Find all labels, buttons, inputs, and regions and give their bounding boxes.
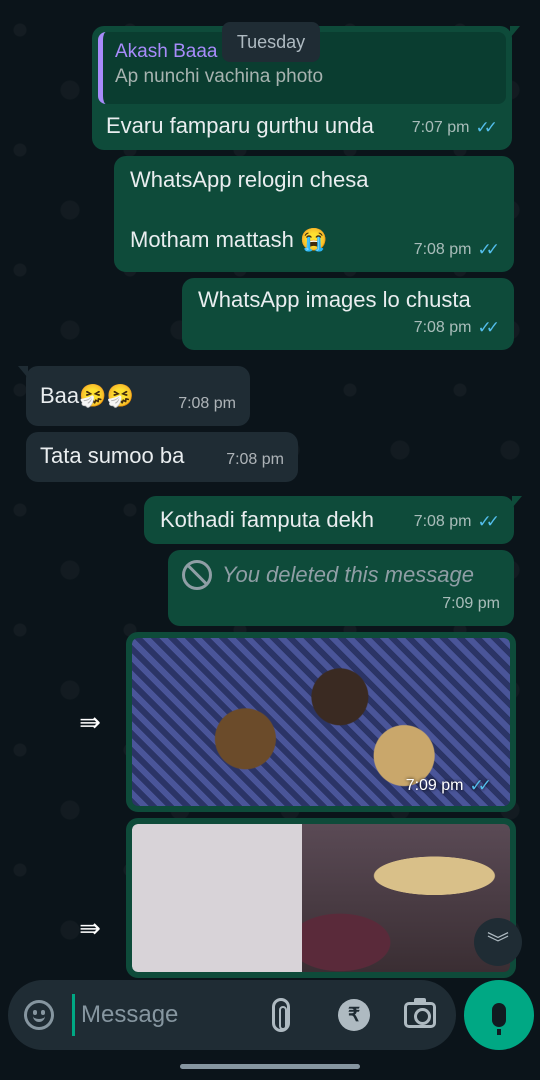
message-time: 7:08 pm <box>178 395 236 412</box>
forward-icon[interactable]: ⇛ <box>68 906 112 950</box>
message-time: 7:09 pm <box>405 777 464 794</box>
forward-icon[interactable]: ⇛ <box>68 700 112 744</box>
message-time: 7:08 pm <box>226 451 284 468</box>
read-ticks-icon: ✓✓ <box>475 118 498 137</box>
message-text-line: Motham mattash 😭 <box>130 227 328 252</box>
message-bubble-outgoing[interactable]: WhatsApp images lo chusta 7:08 pm ✓✓ <box>182 278 514 350</box>
message-input-bar: ₹ <box>8 980 456 1050</box>
prohibited-icon <box>182 560 212 590</box>
message-bubble-outgoing[interactable]: WhatsApp relogin chesa Motham mattash 😭 … <box>114 156 514 272</box>
deleted-message-bubble[interactable]: You deleted this message 7:09 pm <box>168 550 514 626</box>
message-meta: 7:08 pm ✓✓ <box>414 314 500 342</box>
message-meta: 7:07 pm ✓✓ <box>412 114 498 142</box>
date-chip: Tuesday <box>222 22 320 62</box>
quote-text: Ap nunchi vachina photo <box>115 66 324 87</box>
message-text: Baa🤧🤧 <box>40 383 134 408</box>
message-text: Tata sumoo ba <box>40 443 185 468</box>
message-input[interactable] <box>72 994 252 1036</box>
message-meta: 7:09 pm <box>442 590 500 618</box>
scroll-to-bottom-button[interactable]: ︾ <box>474 918 522 966</box>
message-text: WhatsApp images lo chusta <box>198 287 471 312</box>
read-ticks-icon: ✓✓ <box>477 240 500 259</box>
message-bubble-outgoing[interactable]: Kothadi famputa dekh 7:08 pm ✓✓ <box>144 496 522 544</box>
read-ticks-icon: ✓✓ <box>477 512 500 531</box>
photo-message[interactable]: 7:09 pm ✓✓ <box>126 632 516 812</box>
message-time: 7:07 pm <box>411 119 470 136</box>
message-text: Evaru famparu gurthu unda <box>106 113 374 138</box>
deleted-message-text: You deleted this message <box>222 562 474 587</box>
message-time: 7:08 pm <box>413 241 472 258</box>
message-bubble-incoming[interactable]: Baa🤧🤧 7:08 pm <box>18 366 250 426</box>
photo-message[interactable] <box>126 818 516 978</box>
message-meta: 7:08 pm ✓✓ <box>414 508 500 536</box>
message-bubble-incoming[interactable]: Tata sumoo ba 7:08 pm <box>26 432 298 482</box>
message-meta: 7:08 pm ✓✓ <box>414 236 500 264</box>
payment-rupee-icon[interactable]: ₹ <box>338 999 370 1031</box>
message-meta: 7:08 pm <box>226 446 284 474</box>
message-time: 7:08 pm <box>413 319 472 336</box>
read-ticks-icon: ✓✓ <box>477 318 500 337</box>
message-meta: 7:08 pm <box>178 390 236 418</box>
read-ticks-icon: ✓✓ <box>469 776 492 795</box>
message-text: Kothadi famputa dekh <box>160 507 375 532</box>
emoji-icon[interactable] <box>24 1000 54 1030</box>
message-meta: 7:09 pm ✓✓ <box>406 776 492 796</box>
attach-icon[interactable] <box>272 998 290 1032</box>
message-time: 7:09 pm <box>442 595 500 612</box>
deleted-message: You deleted this message <box>182 560 474 590</box>
message-text-line: WhatsApp relogin chesa <box>130 167 369 192</box>
message-time: 7:08 pm <box>413 513 472 530</box>
photo-image[interactable] <box>132 824 510 972</box>
voice-message-button[interactable] <box>464 980 534 1050</box>
emoji-mouth <box>33 1015 45 1022</box>
microphone-icon <box>492 1003 506 1035</box>
home-indicator[interactable] <box>180 1064 360 1069</box>
camera-icon[interactable] <box>404 998 436 1028</box>
